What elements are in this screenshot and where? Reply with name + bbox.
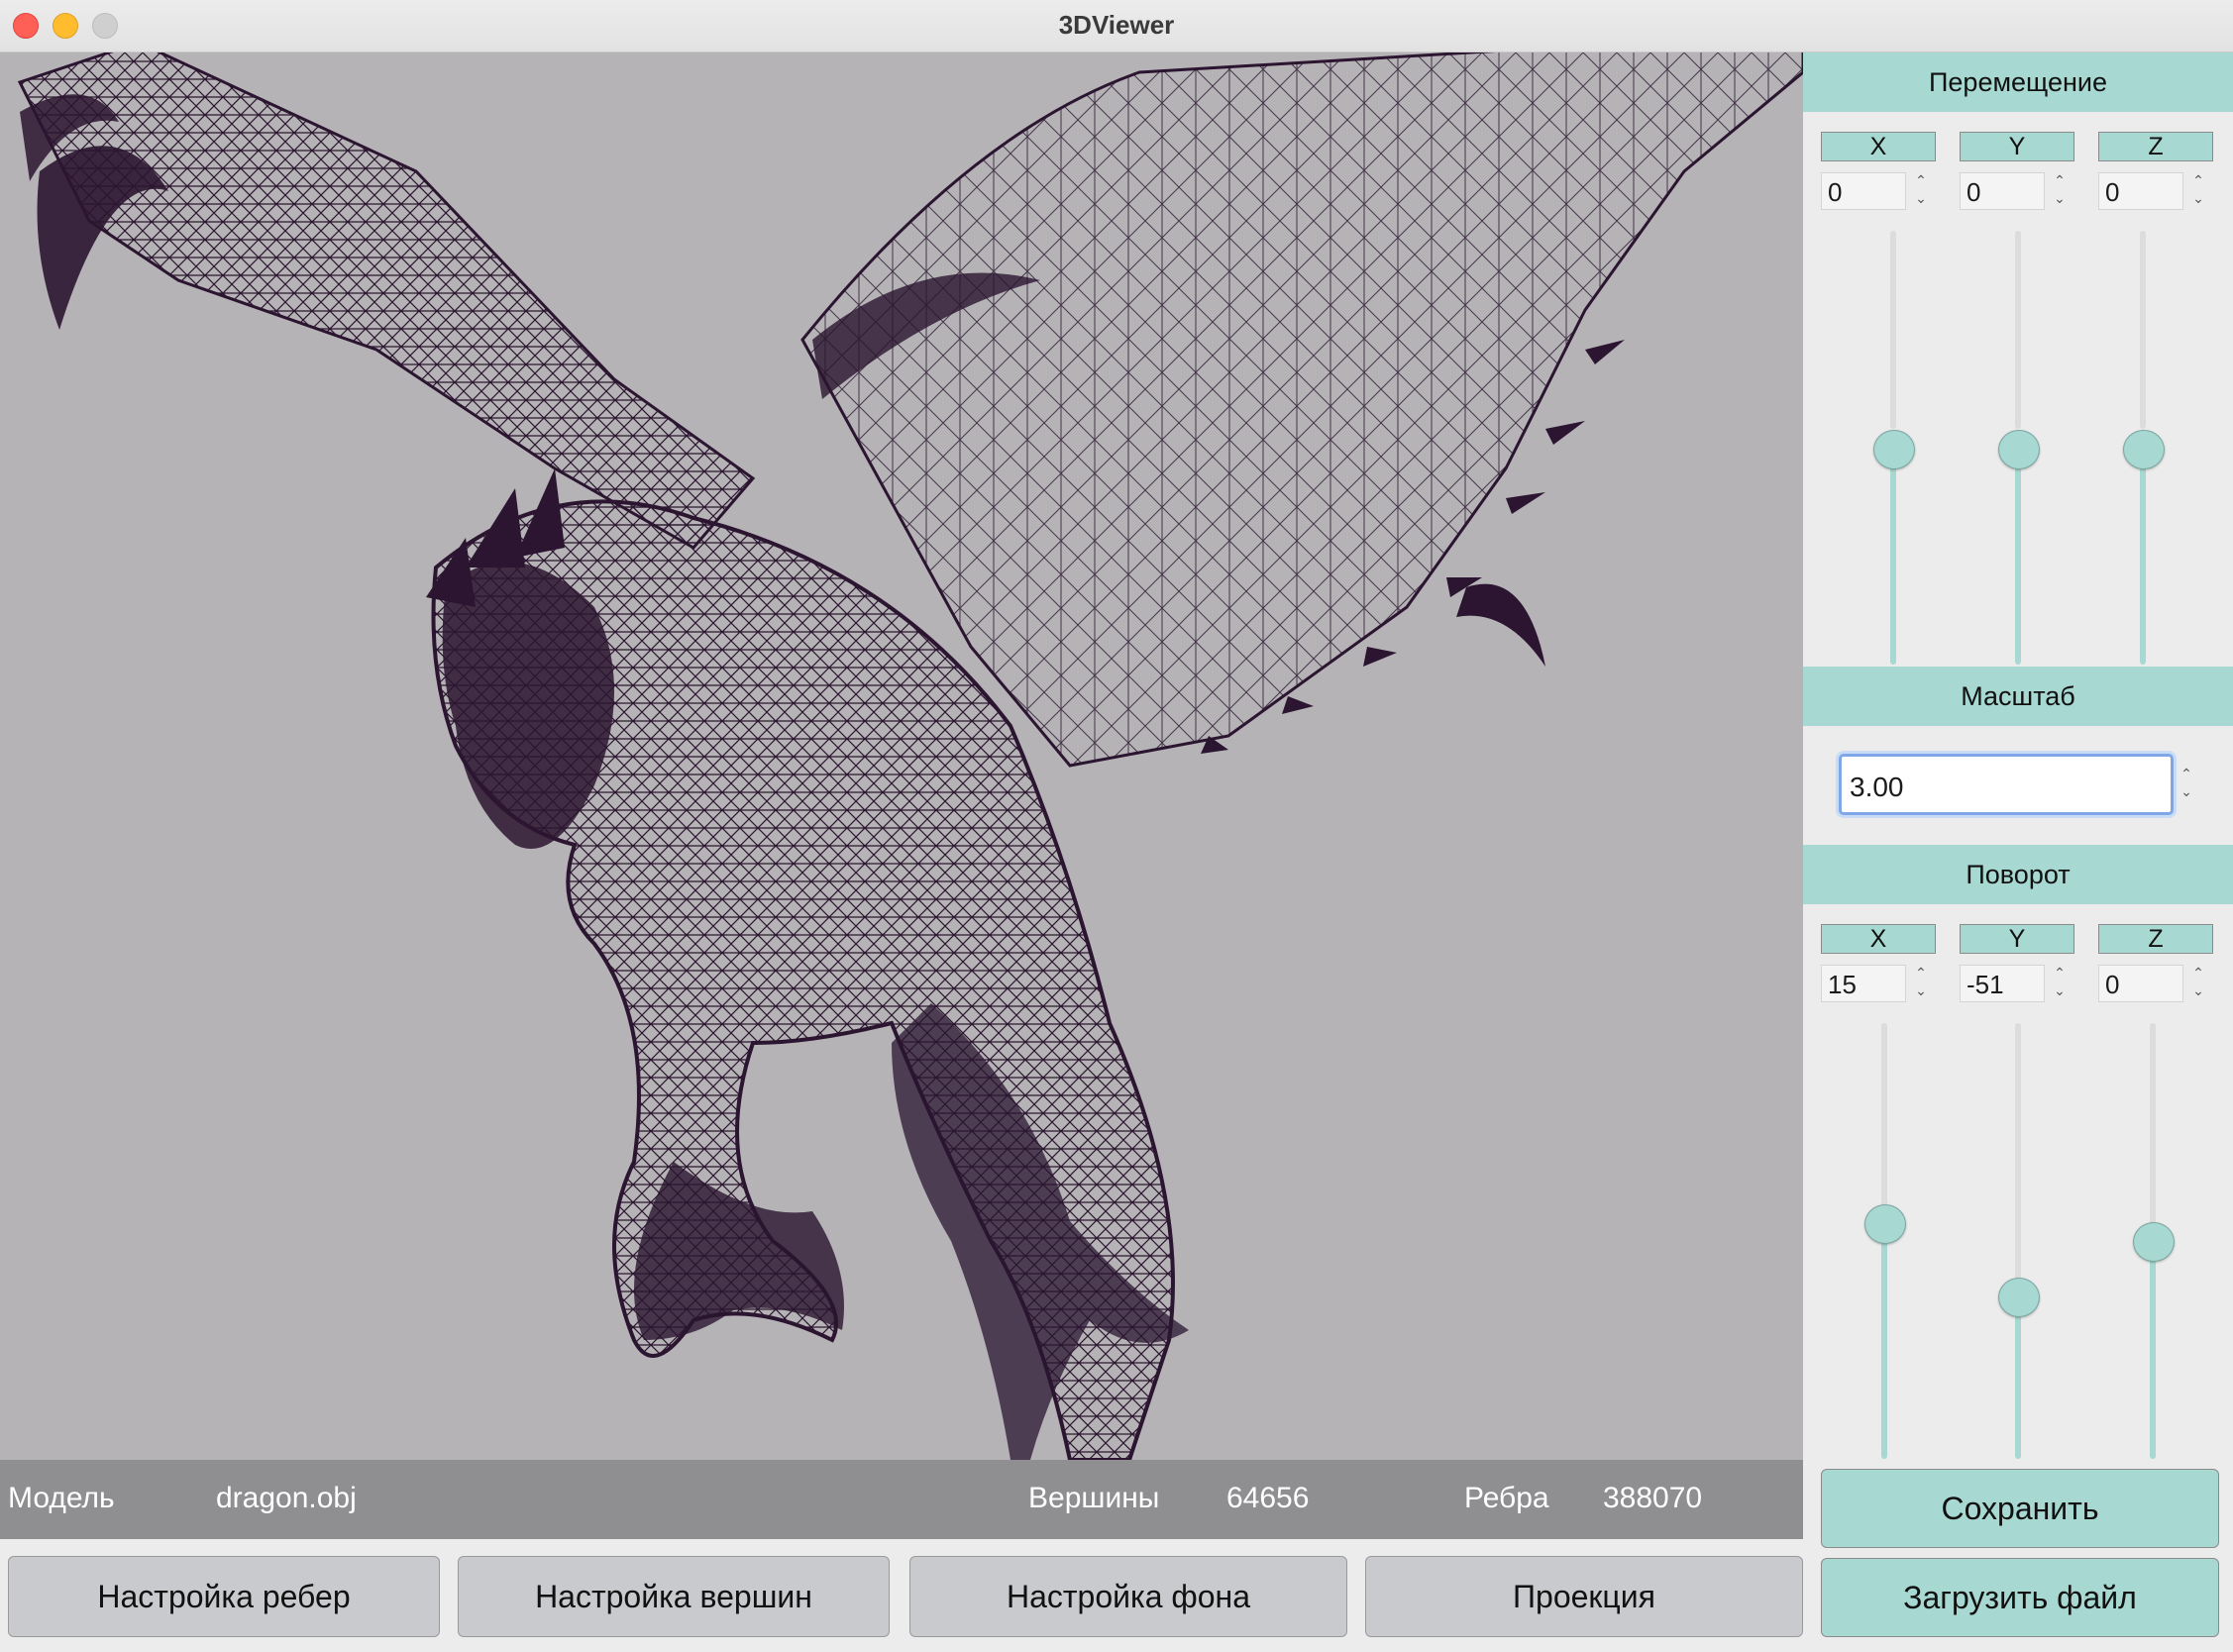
translation-z-label: Z <box>2098 132 2213 161</box>
spin-up-down-icon[interactable]: ⌃ ⌄ <box>2049 171 2071 211</box>
translation-y-slider[interactable] <box>1998 430 2040 469</box>
translation-y-input[interactable]: 0 <box>1960 172 2045 210</box>
translation-x-slider[interactable] <box>1873 430 1915 469</box>
rotation-x-track-fill <box>1881 1241 1887 1459</box>
edges-label: Ребра <box>1464 1482 1549 1514</box>
save-button[interactable]: Сохранить <box>1821 1469 2219 1548</box>
rotation-x-slider[interactable] <box>1864 1204 1906 1244</box>
rotation-y-label: Y <box>1960 924 2074 954</box>
translation-x-track[interactable] <box>1890 231 1896 429</box>
translation-z-track-fill <box>2140 449 2146 665</box>
spin-up-down-icon[interactable]: ⌃ ⌄ <box>2187 171 2209 211</box>
edge-settings-button[interactable]: Настройка ребер <box>8 1556 440 1637</box>
vertices-count: 64656 <box>1226 1482 1310 1514</box>
window-title: 3DViewer <box>1058 10 1175 40</box>
scale-header: Масштаб <box>1803 667 2233 726</box>
load-file-button[interactable]: Загрузить файл <box>1821 1558 2219 1637</box>
translation-x-label: X <box>1821 132 1936 161</box>
rotation-header: Поворот <box>1803 845 2233 904</box>
translation-z-slider[interactable] <box>2123 430 2165 469</box>
edges-count: 388070 <box>1603 1482 1703 1514</box>
wireframe-model <box>17 52 1803 1460</box>
model-label: Модель <box>8 1482 115 1514</box>
rotation-y-slider[interactable] <box>1998 1278 2040 1317</box>
translation-z-track[interactable] <box>2140 231 2146 429</box>
model-info-bar: Модель dragon.obj Вершины 64656 Ребра 38… <box>0 1460 1803 1539</box>
translation-z-input[interactable]: 0 <box>2098 172 2183 210</box>
model-filename: dragon.obj <box>216 1482 357 1514</box>
rotation-z-track-fill <box>2150 1258 2156 1459</box>
spin-up-down-icon[interactable]: ⌃ ⌄ <box>2049 964 2071 1003</box>
scale-input[interactable]: 3.00 <box>1839 754 2174 815</box>
rotation-x-label: X <box>1821 924 1936 954</box>
rotation-x-track[interactable] <box>1881 1023 1887 1221</box>
translation-x-track-fill <box>1890 449 1896 665</box>
window-titlebar: 3DViewer <box>0 0 2233 52</box>
translation-y-track-fill <box>2015 449 2021 665</box>
background-settings-button[interactable]: Настройка фона <box>909 1556 1347 1637</box>
spin-up-down-icon[interactable]: ⌃ ⌄ <box>2176 765 2197 804</box>
translation-y-label: Y <box>1960 132 2074 161</box>
rotation-z-label: Z <box>2098 924 2213 954</box>
translation-header: Перемещение <box>1803 52 2233 112</box>
rotation-z-input[interactable]: 0 <box>2098 965 2183 1002</box>
rotation-y-track-fill <box>2015 1310 2021 1459</box>
spin-up-down-icon[interactable]: ⌃ ⌄ <box>1910 171 1932 211</box>
rotation-z-slider[interactable] <box>2133 1222 2175 1262</box>
translation-y-track[interactable] <box>2015 231 2021 429</box>
rotation-y-track[interactable] <box>2015 1023 2021 1291</box>
model-viewport[interactable] <box>0 52 1803 1460</box>
translation-x-input[interactable]: 0 <box>1821 172 1906 210</box>
rotation-y-input[interactable]: -51 <box>1960 965 2045 1002</box>
vertex-settings-button[interactable]: Настройка вершин <box>458 1556 890 1637</box>
rotation-x-input[interactable]: 15 <box>1821 965 1906 1002</box>
spin-up-down-icon[interactable]: ⌃ ⌄ <box>1910 964 1932 1003</box>
spin-up-down-icon[interactable]: ⌃ ⌄ <box>2187 964 2209 1003</box>
projection-button[interactable]: Проекция <box>1365 1556 1803 1637</box>
vertices-label: Вершины <box>1028 1482 1160 1514</box>
rotation-z-track[interactable] <box>2150 1023 2156 1241</box>
